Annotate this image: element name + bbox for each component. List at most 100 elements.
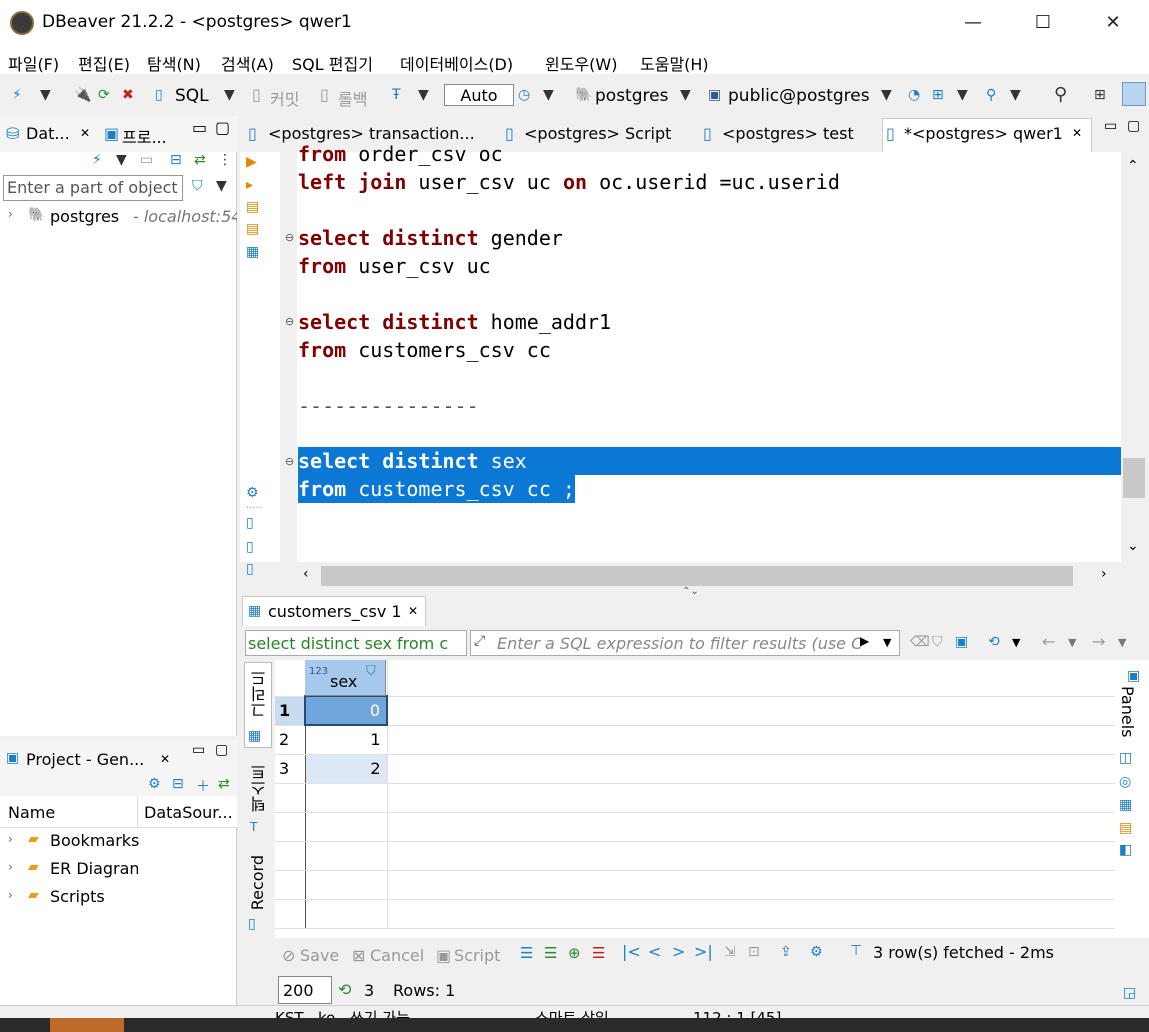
panels-toggle[interactable]: Panels	[1118, 686, 1137, 738]
next-page-icon[interactable]: >	[672, 942, 685, 961]
menu-edit[interactable]: 편집(E)	[78, 51, 130, 75]
calc-icon[interactable]: ▦	[1119, 797, 1132, 813]
close-tab-icon[interactable]: ✕	[80, 126, 90, 140]
load-script-icon[interactable]: ▯	[246, 539, 254, 555]
new-connection-icon[interactable]: ⚡	[12, 87, 22, 103]
connect-icon[interactable]: 🔌	[74, 87, 91, 103]
metadata-icon[interactable]: ◎	[1119, 774, 1131, 790]
references-icon[interactable]: ◧	[1119, 842, 1132, 858]
maximize-panel-icon[interactable]: ▢	[215, 742, 228, 758]
sql-editor-icon[interactable]: ▯	[155, 87, 163, 103]
history-dropdown-icon[interactable]: ▼	[543, 87, 554, 103]
view-menu-icon[interactable]: ⋮	[218, 152, 232, 168]
maximize-results-icon[interactable]: ◲	[1123, 985, 1136, 1001]
transaction-mode-select[interactable]: Auto	[444, 84, 514, 106]
scroll-up-icon[interactable]: ⌃	[1127, 158, 1139, 174]
delete-row-icon[interactable]: ☰	[592, 944, 605, 962]
transaction-mode-icon[interactable]: Ŧ	[392, 87, 401, 103]
navigator-filter-input[interactable]: Enter a part of object	[3, 175, 183, 201]
minimize-button[interactable]: —	[950, 8, 996, 38]
column-header-datasource[interactable]: DataSour...	[144, 803, 233, 822]
tree-item-postgres[interactable]: postgres	[50, 207, 119, 226]
last-page-icon[interactable]: >|	[694, 942, 713, 961]
datasource-dropdown-icon[interactable]: ▼	[680, 87, 691, 103]
fold-marker-icon[interactable]: ⊖	[285, 231, 294, 244]
tab-projects[interactable]: 프로...	[122, 124, 167, 148]
back-arrow-icon[interactable]: ←	[1042, 632, 1055, 651]
edit-row-icon[interactable]: ☰	[520, 944, 533, 962]
sort-filter-icon[interactable]: ⛉	[366, 664, 376, 679]
add-icon[interactable]: ＋	[196, 776, 210, 796]
tab-project-general[interactable]: Project - Gen...	[26, 750, 144, 769]
collapse-all-icon[interactable]: ⊟	[172, 776, 184, 792]
find-icon[interactable]: ⚲	[986, 87, 996, 103]
sql-button[interactable]: SQL	[175, 86, 209, 106]
erd-icon[interactable]: ⊞	[932, 87, 944, 103]
minimize-panel-icon[interactable]: ▭	[192, 118, 207, 137]
copy-row-icon[interactable]: ⊕	[568, 944, 581, 962]
expand-chevron-icon[interactable]: ›	[8, 207, 13, 221]
scroll-down-icon[interactable]: ⌄	[1127, 538, 1139, 554]
maximize-panel-icon[interactable]: ▢	[215, 118, 230, 137]
new-folder-icon[interactable]: ▭	[140, 152, 153, 168]
refresh-dropdown-icon[interactable]: ▼	[1012, 636, 1020, 649]
menu-file[interactable]: 파일(F)	[8, 51, 59, 75]
schema-dropdown-icon[interactable]: ▼	[881, 87, 892, 103]
apply-filter-icon[interactable]: ▶	[860, 634, 869, 648]
panels-icon[interactable]: ▣	[1127, 668, 1140, 684]
back-dropdown-icon[interactable]: ▼	[1068, 636, 1076, 649]
maximize-editor-icon[interactable]: ▢	[1127, 118, 1140, 134]
expand-chevron-icon[interactable]: ›	[8, 832, 13, 846]
gear-icon[interactable]: ⚙	[810, 944, 823, 960]
filter-settings-icon[interactable]: ⛉	[932, 634, 943, 650]
sql-dropdown-icon[interactable]: ▼	[224, 87, 235, 103]
table-row[interactable]: 3 2	[275, 754, 1115, 784]
explain-plan-icon[interactable]: ▦	[246, 244, 259, 260]
tab-database-navigator[interactable]: Dat...	[26, 124, 70, 143]
menu-window[interactable]: 윈도우(W)	[545, 51, 617, 75]
execute-script-icon[interactable]: ▤	[246, 199, 259, 215]
filter-dropdown-icon[interactable]: ▼	[216, 178, 227, 194]
commit-button[interactable]: 커밋	[270, 86, 299, 110]
export-icon[interactable]: ▯	[246, 515, 254, 531]
table-row[interactable]: 2 1	[275, 725, 1115, 755]
collapse-all-icon[interactable]: ⊟	[170, 152, 182, 168]
value-viewer-icon[interactable]: ◫	[1119, 750, 1132, 766]
new-connection-small-icon[interactable]: ⚡	[92, 152, 102, 168]
tab-record-view[interactable]: Record	[248, 855, 267, 910]
execute-script-new-tab-icon[interactable]: ▤	[246, 221, 259, 237]
export-data-icon[interactable]: ⇪	[780, 944, 792, 960]
filter-icon[interactable]: ⛉	[192, 178, 203, 194]
script-button[interactable]: Script	[454, 946, 500, 965]
close-tab-icon[interactable]: ✕	[160, 752, 170, 766]
project-item-bookmarks[interactable]: Bookmarks	[50, 831, 139, 850]
schema-selector[interactable]: public@postgres	[728, 86, 870, 106]
gear-icon[interactable]: ⚙	[246, 485, 259, 501]
result-limit-input[interactable]: 200	[278, 976, 332, 1004]
vertical-scroll-thumb[interactable]	[1123, 458, 1145, 498]
datasource-selector[interactable]: postgres	[595, 86, 668, 106]
grid-cell-sex[interactable]: 0	[304, 695, 388, 726]
tab-text-view[interactable]: 텍스트	[248, 764, 272, 812]
save-filter-icon[interactable]: ▣	[955, 634, 968, 650]
fetch-next-icon[interactable]: ⇲	[724, 944, 736, 960]
open-perspective-icon[interactable]: ⊞	[1094, 87, 1106, 103]
erd-dropdown-icon[interactable]: ▼	[957, 87, 968, 103]
previous-page-icon[interactable]: <	[648, 942, 661, 961]
link-editor-icon[interactable]: ⇄	[218, 776, 230, 792]
menu-help[interactable]: 도움말(H)	[640, 51, 709, 75]
table-row[interactable]: 1 0	[275, 695, 1115, 726]
first-page-icon[interactable]: |<	[622, 942, 641, 961]
expand-chevron-icon[interactable]: ›	[8, 860, 13, 874]
expand-filter-icon[interactable]: ⤢	[474, 633, 485, 649]
close-tab-icon[interactable]: ✕	[408, 604, 418, 618]
forward-dropdown-icon[interactable]: ▼	[1118, 636, 1126, 649]
maximize-button[interactable]: ☐	[1020, 8, 1066, 38]
grouping-icon[interactable]: ▤	[1119, 820, 1132, 836]
row-number[interactable]: 1	[275, 696, 306, 726]
new-connection-dropdown-icon[interactable]: ▼	[116, 152, 127, 168]
row-number[interactable]: 2	[275, 725, 306, 755]
cancel-button[interactable]: Cancel	[370, 946, 424, 965]
expand-chevron-icon[interactable]: ›	[8, 888, 13, 902]
dashboard-icon[interactable]: ◔	[908, 87, 920, 103]
